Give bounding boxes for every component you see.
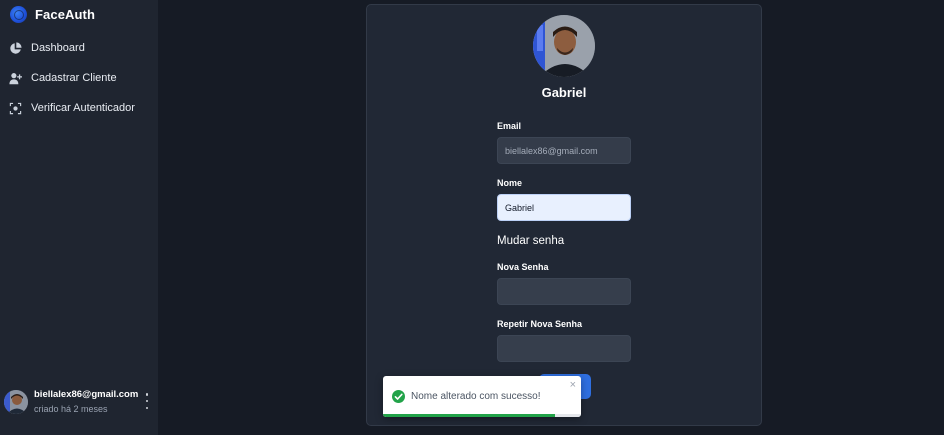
check-circle-icon [392,390,405,403]
repeat-password-label: Repetir Nova Senha [497,319,583,329]
more-options-icon[interactable] [144,393,150,409]
face-scan-icon [9,102,22,114]
new-password-field[interactable] [497,278,631,305]
email-field [497,137,631,164]
sidebar-item-label: Verificar Autenticador [31,102,135,114]
sidebar-item-cadastrar-cliente[interactable]: Cadastrar Cliente [9,70,117,86]
brand-name: FaceAuth [35,6,96,22]
name-label: Nome [497,178,523,188]
profile-created: criado há 2 meses [34,404,108,414]
sidebar-item-dashboard[interactable]: Dashboard [9,40,85,56]
close-icon[interactable]: × [570,380,576,391]
success-toast: Nome alterado com sucesso! × [383,376,581,417]
chart-pie-icon [10,41,22,54]
profile-card: Gabriel Email Nome Mudar senha Nova Senh… [366,4,762,426]
avatar-photo-icon [533,15,595,77]
name-field[interactable] [497,194,631,221]
sidebar: FaceAuth Dashboard Cadastrar Cliente Ver… [0,0,158,435]
avatar-photo-icon [4,390,28,414]
sidebar-item-label: Cadastrar Cliente [31,72,117,84]
sidebar-item-label: Dashboard [31,42,85,54]
repeat-password-field[interactable] [497,335,631,362]
sidebar-item-verificar-autenticador[interactable]: Verificar Autenticador [9,100,135,116]
brand[interactable]: FaceAuth [10,4,95,24]
toast-progress-bar [383,414,556,417]
avatar [533,15,595,77]
toast-message: Nome alterado com sucesso! [411,391,541,402]
user-plus-icon [9,72,22,84]
user-profile[interactable]: biellalex86@gmail.com criado há 2 meses [4,388,154,416]
user-display-name: Gabriel [541,85,587,100]
new-password-label: Nova Senha [497,262,549,272]
email-label: Email [497,121,522,131]
faceauth-logo-icon [10,5,27,23]
profile-email: biellalex86@gmail.com [34,389,139,400]
avatar [4,390,28,414]
password-section-title: Mudar senha [497,235,565,247]
